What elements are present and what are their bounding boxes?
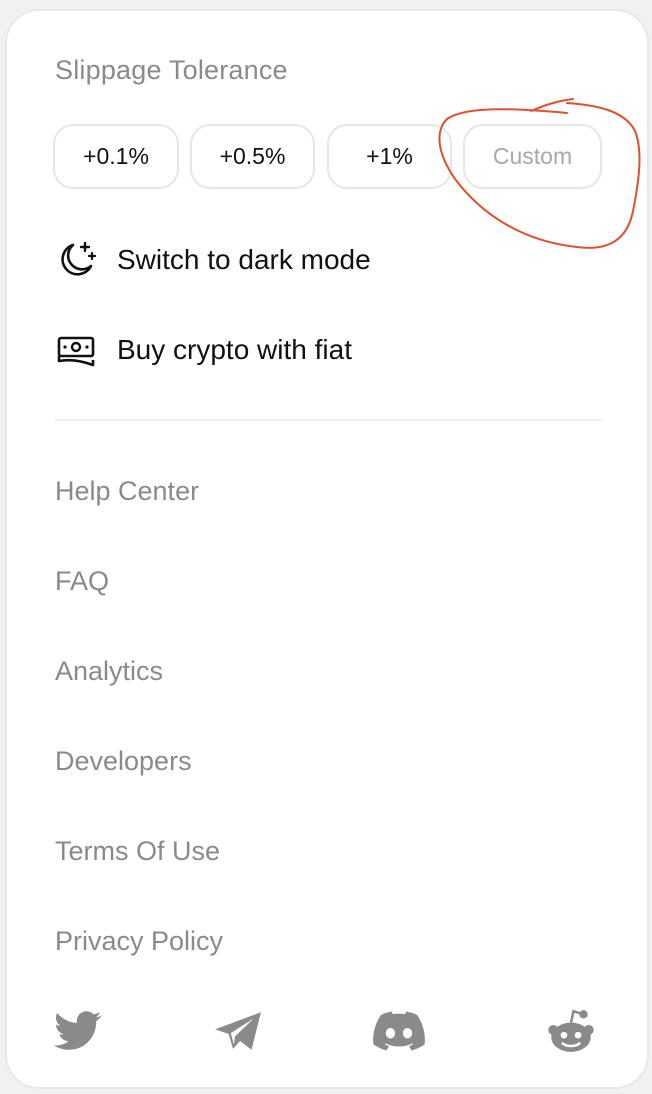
slippage-option-0-5[interactable]: +0.5%: [190, 124, 315, 189]
switch-dark-mode-item[interactable]: Switch to dark mode: [55, 238, 371, 282]
developers-link[interactable]: Developers: [55, 746, 192, 777]
slippage-custom-input[interactable]: Custom: [463, 124, 602, 189]
faq-link[interactable]: FAQ: [55, 566, 109, 597]
moon-stars-icon: [55, 239, 97, 281]
help-center-link[interactable]: Help Center: [55, 476, 199, 507]
cash-icon: [55, 329, 97, 371]
privacy-policy-link[interactable]: Privacy Policy: [55, 926, 223, 957]
slippage-option-1[interactable]: +1%: [327, 124, 452, 189]
menu-divider: [55, 419, 603, 421]
buy-crypto-item[interactable]: Buy crypto with fiat: [55, 328, 352, 372]
slippage-option-0-1[interactable]: +0.1%: [53, 124, 179, 189]
reddit-icon[interactable]: [545, 1007, 597, 1055]
twitter-icon[interactable]: [52, 1007, 104, 1055]
dark-mode-label: Switch to dark mode: [117, 244, 371, 275]
telegram-icon[interactable]: [212, 1007, 264, 1055]
settings-menu-panel: Slippage Tolerance +0.1% +0.5% +1% Custo…: [5, 9, 649, 1089]
discord-icon[interactable]: [373, 1007, 425, 1055]
slippage-tolerance-title: Slippage Tolerance: [55, 55, 288, 85]
analytics-link[interactable]: Analytics: [55, 656, 163, 687]
terms-of-use-link[interactable]: Terms Of Use: [55, 836, 220, 867]
buy-crypto-label: Buy crypto with fiat: [117, 334, 352, 365]
